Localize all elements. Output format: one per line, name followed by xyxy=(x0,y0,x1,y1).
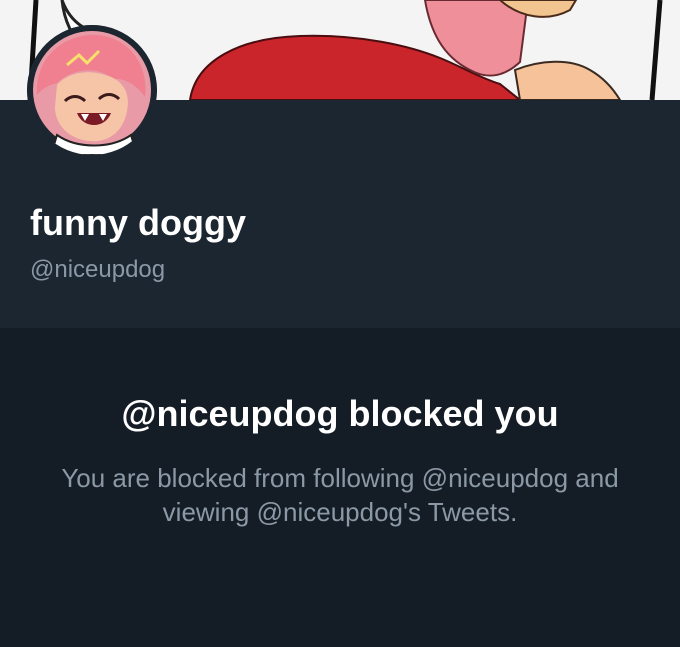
blocked-title: @niceupdog blocked you xyxy=(121,393,559,434)
blocked-description: You are blocked from following @niceupdo… xyxy=(61,463,619,527)
avatar[interactable] xyxy=(27,25,157,155)
profile-header: funny doggy @niceupdog xyxy=(0,25,680,328)
blocked-notice: @niceupdog blocked you You are blocked f… xyxy=(0,328,680,647)
profile-handle: @niceupdog xyxy=(30,256,166,283)
profile-display-name: funny doggy xyxy=(30,202,246,243)
avatar-artwork xyxy=(27,25,157,155)
